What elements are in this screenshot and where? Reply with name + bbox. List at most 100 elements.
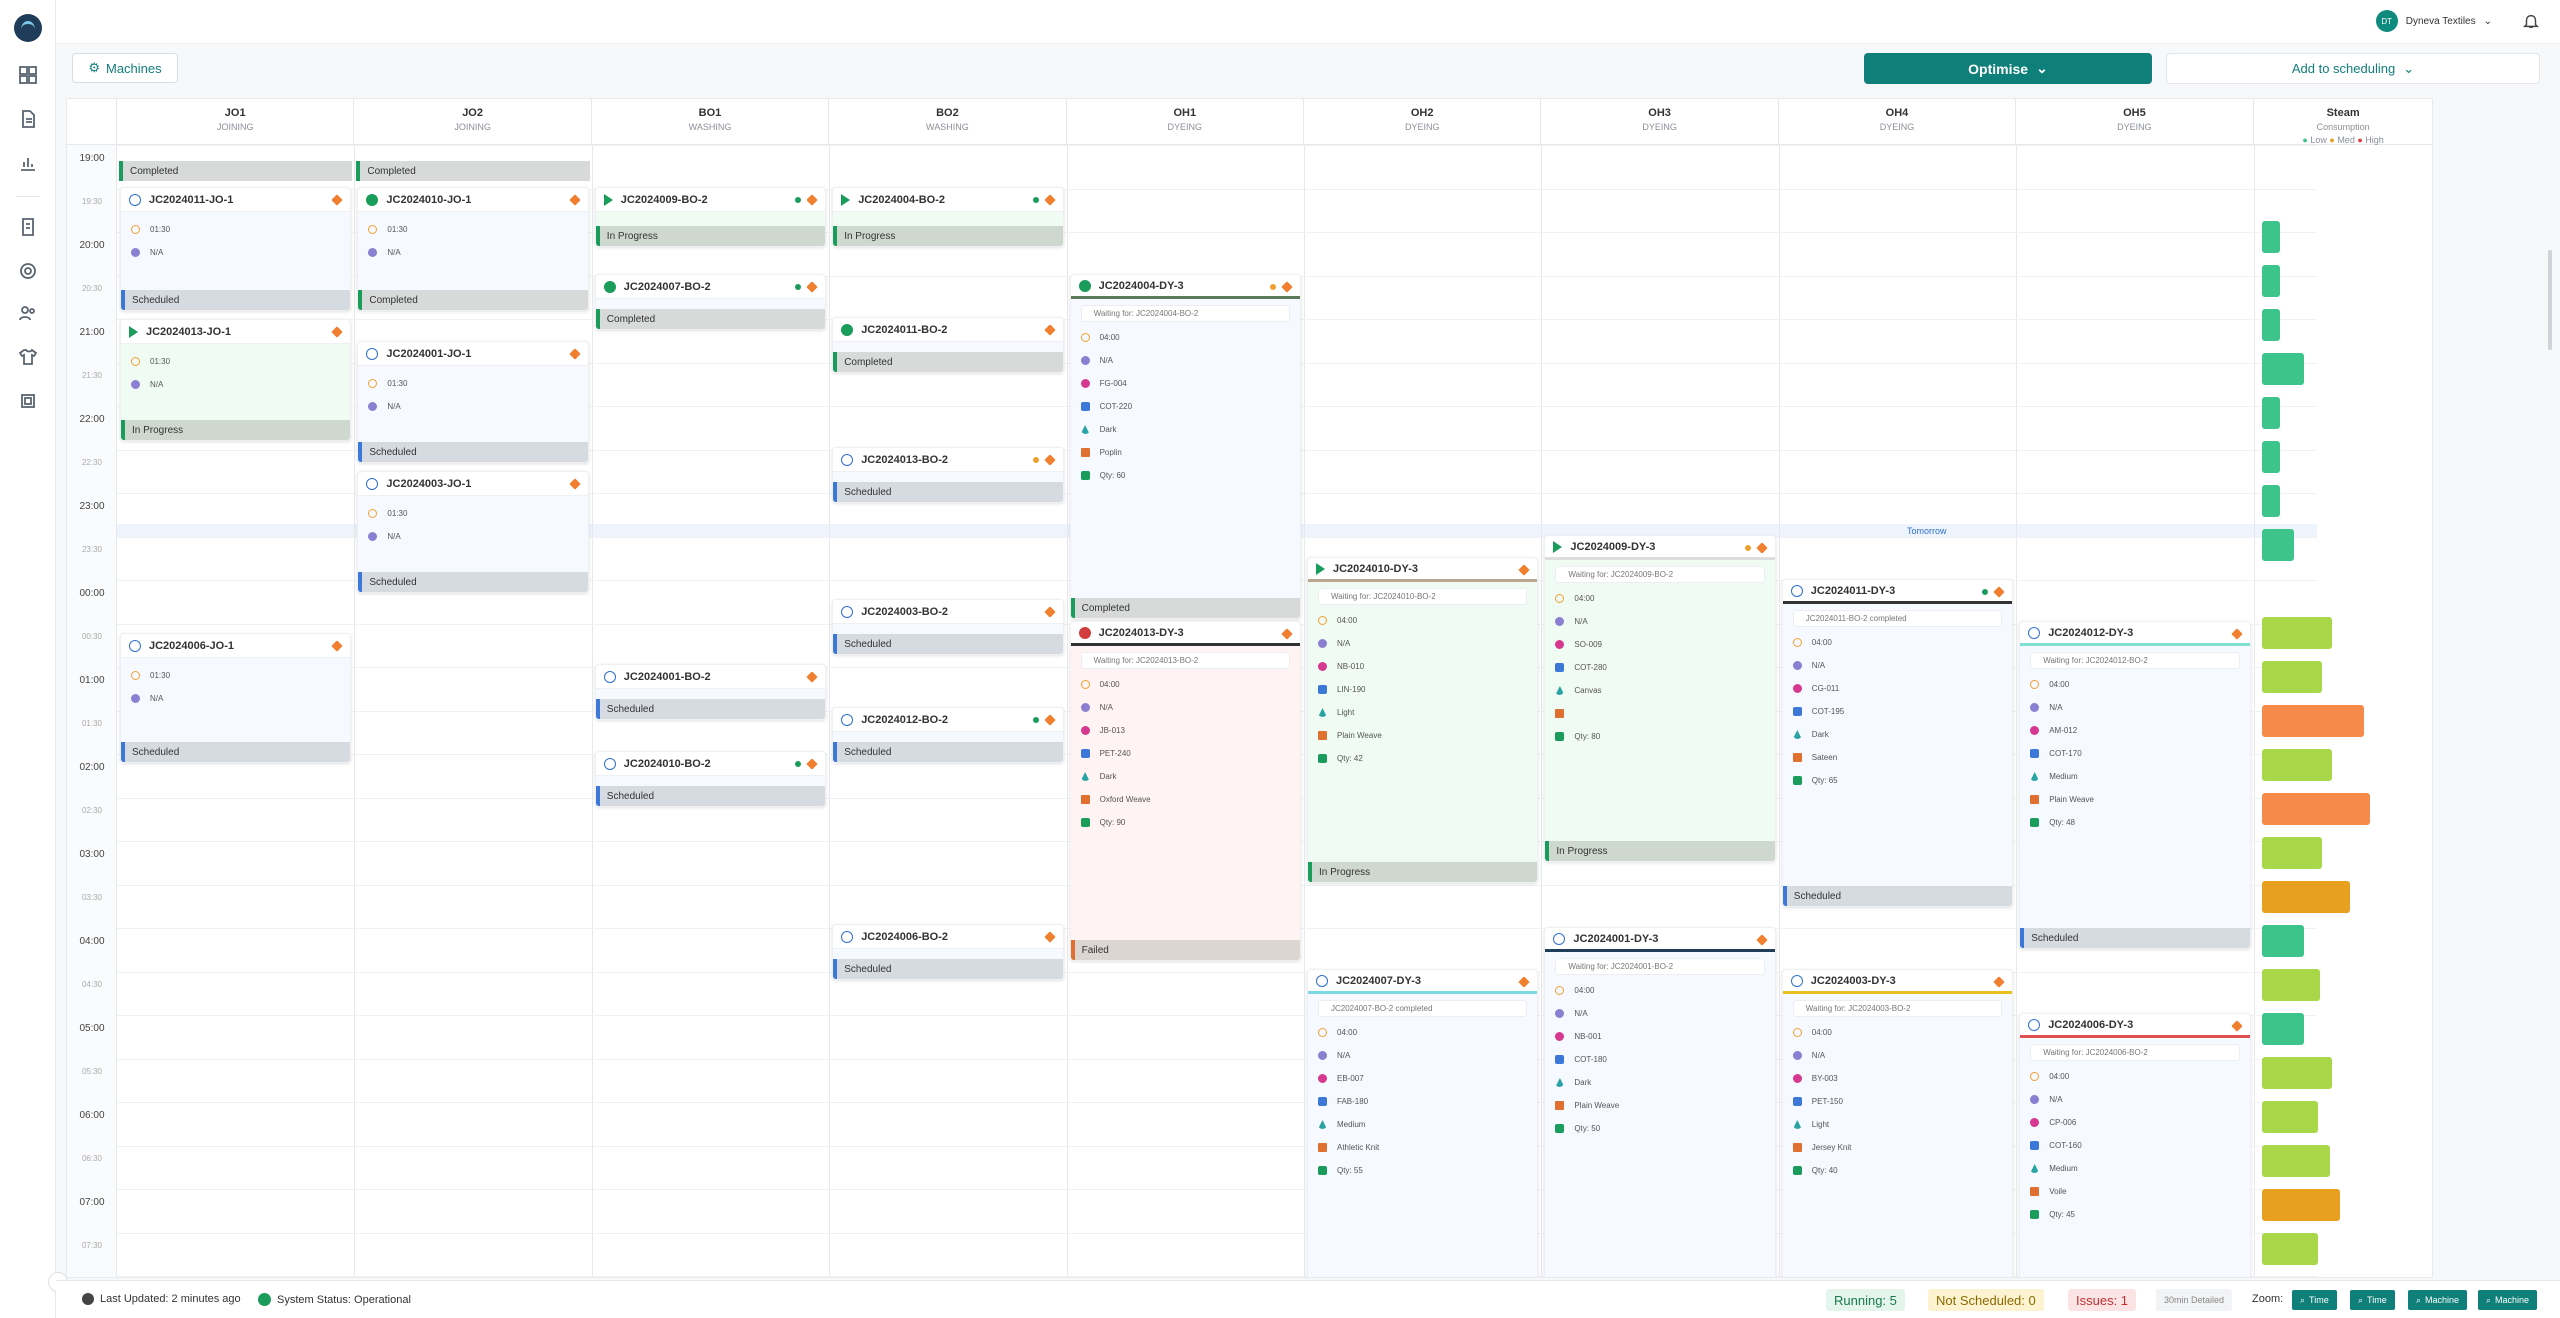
steam-bar[interactable]	[2261, 837, 2322, 869]
steam-bar[interactable]	[2261, 441, 2280, 473]
issues-badge[interactable]: Issues: 1	[2068, 1289, 2137, 1311]
steam-bar[interactable]	[2261, 529, 2294, 561]
steam-bar[interactable]	[2261, 925, 2304, 957]
chart-icon[interactable]	[17, 152, 39, 174]
optimise-button[interactable]: Optimise ⌄	[1864, 53, 2152, 84]
job-card[interactable]: JC2024006-DY-3 Waiting for: JC2024006-BO-…	[2019, 1013, 2251, 1277]
job-card[interactable]: JC2024001-BO-2 Scheduled	[594, 664, 827, 720]
machines-button[interactable]: ⚙ Machines	[72, 53, 178, 83]
job-card[interactable]: JC2024004-DY-3 Waiting for: JC2024004-BO-…	[1069, 274, 1301, 619]
not-scheduled-badge[interactable]: Not Scheduled: 0	[1928, 1289, 2044, 1311]
app-logo[interactable]	[14, 14, 42, 42]
steam-bar[interactable]	[2261, 1013, 2304, 1045]
job-card[interactable]: JC2024007-DY-3 JC2024007-BO-2 completed 04…	[1307, 969, 1539, 1277]
job-card[interactable]: JC2024001-JO-1 01:30 N/A Scheduled	[357, 341, 589, 463]
pin-icon[interactable]	[569, 348, 581, 360]
pin-icon[interactable]	[1043, 714, 1056, 726]
job-card[interactable]: JC2024013-JO-1 01:30 N/A In Progress	[120, 319, 352, 441]
steam-bar[interactable]	[2261, 397, 2280, 429]
zoom-out-machine-button[interactable]: ⌕ Machine	[2478, 1290, 2538, 1310]
steam-bar[interactable]	[2261, 617, 2332, 649]
job-card[interactable]: JC2024001-DY-3 Waiting for: JC2024001-BO-…	[1544, 927, 1776, 1277]
pin-icon[interactable]	[2230, 628, 2243, 640]
steam-bar[interactable]	[2261, 705, 2364, 737]
pin-icon[interactable]	[1993, 976, 2005, 988]
steam-bar[interactable]	[2261, 1101, 2318, 1133]
zoom-in-time-button[interactable]: ⌕ Time	[2292, 1290, 2337, 1310]
pin-icon[interactable]	[806, 671, 818, 683]
pin-icon[interactable]	[331, 640, 344, 652]
steam-bar[interactable]	[2261, 353, 2304, 385]
machine-header-oh5[interactable]: OH5 DYEING	[2016, 99, 2254, 145]
chip-icon[interactable]	[17, 390, 39, 412]
job-card[interactable]: JC2024006-BO-2 Scheduled	[832, 924, 1064, 980]
pin-icon[interactable]	[331, 194, 344, 206]
job-card[interactable]: JC2024009-DY-3 Waiting for: JC2024009-BO-…	[1544, 535, 1776, 862]
steam-bar[interactable]	[2261, 309, 2280, 341]
pin-icon[interactable]	[1043, 324, 1056, 336]
steam-bar[interactable]	[2261, 881, 2350, 913]
job-card[interactable]: JC2024010-BO-2 Scheduled	[594, 751, 827, 807]
pin-icon[interactable]	[1281, 281, 1293, 293]
job-card[interactable]: JC2024011-JO-1 01:30 N/A Scheduled	[120, 187, 352, 311]
pin-icon[interactable]	[1518, 564, 1531, 576]
pin-icon[interactable]	[1043, 606, 1056, 618]
user-menu[interactable]: DT Dyneva Textiles ⌄	[2375, 10, 2492, 32]
pin-icon[interactable]	[1993, 586, 2005, 598]
job-card[interactable]: JC2024013-BO-2 Scheduled	[832, 447, 1064, 503]
machine-header-bo1[interactable]: BO1 WASHING	[591, 99, 830, 145]
running-badge[interactable]: Running: 5	[1826, 1289, 1905, 1311]
pin-icon[interactable]	[1043, 194, 1056, 206]
machine-header-jo1[interactable]: JO1 JOINING	[117, 99, 355, 145]
pin-icon[interactable]	[2230, 1020, 2243, 1032]
job-card[interactable]: JC2024012-DY-3 Waiting for: JC2024012-BO-…	[2019, 621, 2251, 949]
machine-header-jo2[interactable]: JO2 JOINING	[354, 99, 592, 145]
pin-icon[interactable]	[569, 194, 581, 206]
document-icon[interactable]	[17, 108, 39, 130]
steam-bar[interactable]	[2261, 1233, 2318, 1265]
add-to-scheduling-button[interactable]: Add to scheduling ⌄	[2166, 53, 2540, 84]
pin-icon[interactable]	[806, 194, 818, 206]
steam-bar[interactable]	[2261, 1057, 2332, 1089]
machine-header-oh1[interactable]: OH1 DYEING	[1066, 99, 1304, 145]
report-icon[interactable]	[17, 216, 39, 238]
machine-header-bo2[interactable]: BO2 WASHING	[829, 99, 1067, 145]
steam-bar[interactable]	[2261, 485, 2280, 517]
pin-icon[interactable]	[1518, 976, 1531, 988]
steam-bar[interactable]	[2262, 1277, 2318, 1278]
steam-bar[interactable]	[2261, 265, 2280, 297]
steam-bar[interactable]	[2261, 221, 2280, 253]
bell-icon[interactable]	[2522, 12, 2540, 30]
steam-bar[interactable]	[2261, 793, 2370, 825]
pin-icon[interactable]	[331, 326, 344, 338]
pin-icon[interactable]	[1043, 931, 1056, 943]
job-card[interactable]: JC2024010-DY-3 Waiting for: JC2024010-BO-…	[1307, 557, 1539, 883]
job-card[interactable]: JC2024011-DY-3 JC2024011-BO-2 completed 04…	[1781, 579, 2014, 907]
view-mode[interactable]: 30min Detailed	[2156, 1289, 2233, 1311]
job-card[interactable]: JC2024012-BO-2 Scheduled	[832, 707, 1064, 763]
pin-icon[interactable]	[1756, 542, 1768, 554]
machine-header-oh3[interactable]: OH3 DYEING	[1541, 99, 1779, 145]
pin-icon[interactable]	[1281, 628, 1293, 640]
users-icon[interactable]	[17, 302, 39, 324]
zoom-in-machine-button[interactable]: ⌕ Machine	[2408, 1290, 2468, 1310]
job-card[interactable]: JC2024006-JO-1 01:30 N/A Scheduled	[120, 633, 352, 763]
job-card[interactable]: JC2024013-DY-3 Waiting for: JC2024013-BO-…	[1069, 621, 1301, 961]
job-card[interactable]: JC2024009-BO-2 In Progress	[594, 187, 827, 247]
shirt-icon[interactable]	[17, 346, 39, 368]
job-card[interactable]: JC2024010-JO-1 01:30 N/A Completed	[357, 187, 589, 311]
scrollbar[interactable]	[2548, 250, 2552, 350]
job-card[interactable]: JC2024011-BO-2 Completed	[832, 317, 1064, 373]
pin-icon[interactable]	[1756, 934, 1768, 946]
steam-bar[interactable]	[2261, 1145, 2330, 1177]
job-card[interactable]: JC2024003-BO-2 Scheduled	[832, 599, 1064, 655]
gear-icon[interactable]	[17, 260, 39, 282]
zoom-out-time-button[interactable]: ⌕ Time	[2350, 1290, 2395, 1310]
dashboard-icon[interactable]	[17, 64, 39, 86]
job-card[interactable]: JC2024004-BO-2 In Progress	[832, 187, 1064, 247]
steam-bar[interactable]	[2261, 1189, 2340, 1221]
machine-header-oh2[interactable]: OH2 DYEING	[1304, 99, 1542, 145]
pin-icon[interactable]	[569, 478, 581, 490]
steam-bar[interactable]	[2261, 969, 2320, 1001]
steam-bar[interactable]	[2261, 749, 2332, 781]
